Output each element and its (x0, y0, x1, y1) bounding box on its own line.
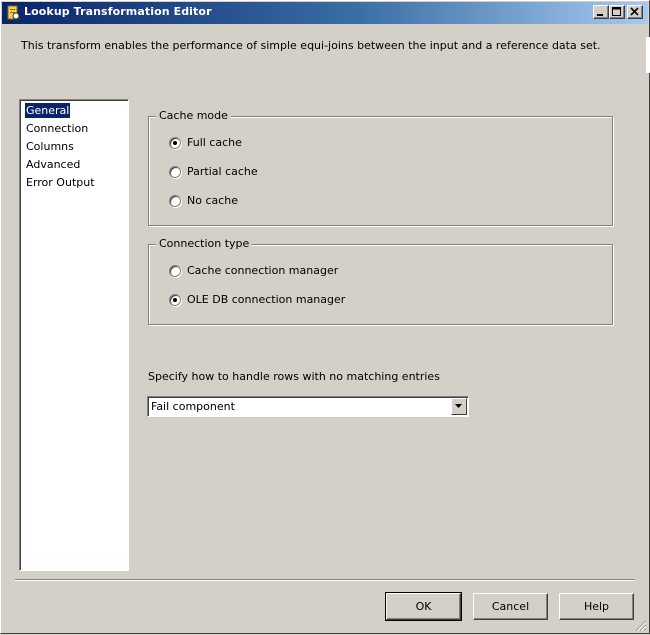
minimize-icon (597, 14, 603, 16)
partial-cache-radio[interactable] (169, 166, 181, 178)
nav-item-error-output[interactable]: Error Output (25, 175, 96, 190)
nav-item-advanced[interactable]: Advanced (25, 157, 81, 172)
cache-mode-legend: Cache mode (156, 109, 231, 122)
window-edge (646, 37, 650, 73)
connection-type-group: Connection type Cache connection manager… (148, 237, 613, 325)
ok-button[interactable]: OK (385, 592, 462, 621)
title-bar[interactable]: Lookup Transformation Editor (2, 2, 648, 24)
radio-selected-dot (173, 141, 177, 145)
oledb-connection-manager-radio[interactable] (169, 294, 181, 306)
full-cache-label: Full cache (187, 136, 242, 149)
no-match-label: Specify how to handle rows with no match… (148, 370, 440, 383)
radio-selected-dot (173, 298, 177, 302)
lookup-transformation-editor-window: Lookup Transformation Editor This transf… (0, 0, 650, 634)
full-cache-radio[interactable] (169, 137, 181, 149)
oledb-connection-manager-label: OLE DB connection manager (187, 293, 346, 306)
no-match-dropdown[interactable]: Fail component (147, 396, 469, 417)
button-separator (15, 579, 635, 581)
maximize-button[interactable] (609, 5, 625, 19)
lookup-transform-icon (5, 5, 21, 21)
no-cache-radio[interactable] (169, 195, 181, 207)
no-match-selected-value: Fail component (151, 400, 235, 413)
editor-description: This transform enables the performance o… (21, 39, 601, 52)
chevron-down-icon (455, 404, 462, 408)
nav-item-general[interactable]: General (25, 103, 71, 118)
minimize-button[interactable] (593, 5, 609, 19)
nav-item-connection[interactable]: Connection (25, 121, 89, 136)
close-button[interactable] (627, 5, 643, 19)
close-icon (630, 7, 639, 16)
no-cache-label: No cache (187, 194, 239, 207)
resize-grip-icon[interactable] (634, 619, 647, 632)
cache-connection-manager-label: Cache connection manager (187, 264, 339, 277)
cancel-button[interactable]: Cancel (473, 593, 548, 620)
window-title: Lookup Transformation Editor (24, 5, 212, 18)
cache-connection-manager-radio[interactable] (169, 265, 181, 277)
dropdown-arrow-button[interactable] (451, 398, 467, 415)
partial-cache-label: Partial cache (187, 165, 258, 178)
connection-type-legend: Connection type (156, 237, 253, 250)
nav-item-columns[interactable]: Columns (25, 139, 75, 154)
help-button[interactable]: Help (559, 593, 634, 620)
page-list[interactable]: General Connection Columns Advanced Erro… (19, 99, 129, 571)
maximize-icon (612, 7, 621, 16)
cache-mode-group: Cache mode Full cache Partial cache No c… (148, 109, 613, 226)
